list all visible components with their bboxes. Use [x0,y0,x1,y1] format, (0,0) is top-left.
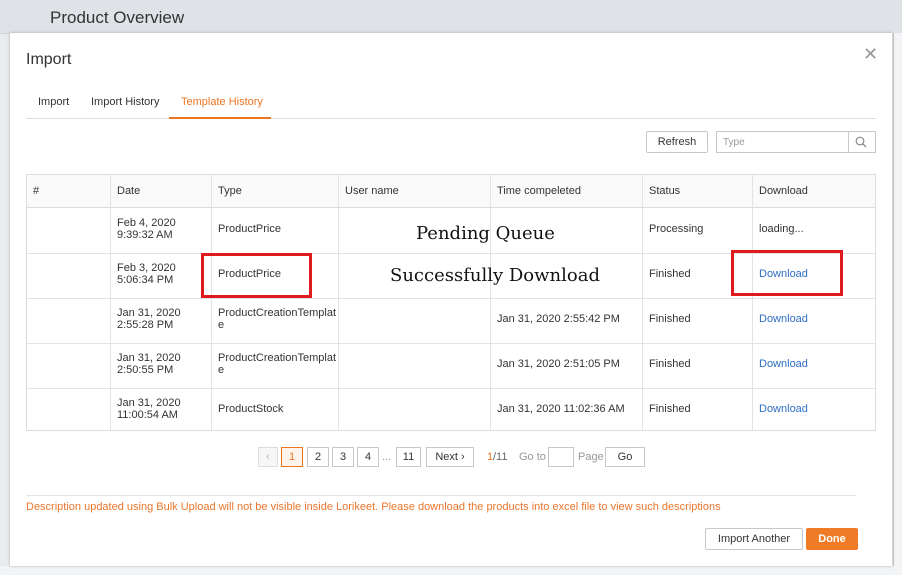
row-date: Jan 31, 2020 [117,352,181,364]
tab-template-history[interactable]: Template History [181,96,263,108]
bulk-upload-notice: Description updated using Bulk Upload wi… [26,501,721,513]
download-link[interactable]: Download [759,403,808,415]
page-header: Product Overview [0,0,902,34]
row-date: Jan 31, 2020 [117,397,181,409]
background-panel-right [893,33,902,575]
close-icon[interactable]: ✕ [863,45,878,63]
row-date: Feb 3, 2020 [117,262,176,274]
row-type: ProductCreationTemplat [218,307,337,319]
search-box [716,131,876,153]
page-label: Page [578,451,604,463]
search-divider [848,132,849,152]
header-time-completed: Time compeleted [497,185,581,197]
pagination-page-2[interactable]: 2 [307,447,329,467]
row-status: Finished [649,268,691,280]
goto-page-input[interactable] [548,447,574,467]
active-tab-indicator [169,117,271,119]
row-date: Feb 4, 2020 [117,217,176,229]
row-time-completed: Jan 31, 2020 11:02:36 AM [497,403,625,415]
footer-divider [26,495,856,496]
tab-import-history[interactable]: Import History [91,96,159,108]
row-time: 5:06:34 PM [117,274,174,286]
row-type: ProductCreationTemplat [218,352,337,364]
page-title: Product Overview [50,8,185,27]
table-row: Jan 31, 2020 2:50:55 PM ProductCreationT… [27,343,875,389]
pagination-ellipsis: ... [382,451,392,463]
row-date: Jan 31, 2020 [117,307,181,319]
pending-queue-annotation: Pending Queue [416,223,555,244]
row-time: 9:39:32 AM [117,229,173,241]
header-number: # [33,185,40,197]
row-time-completed: Jan 31, 2020 2:51:05 PM [497,358,620,370]
header-user-name: User name [345,185,399,197]
header-download: Download [759,185,808,197]
row-type-wrap: e [218,364,225,376]
column-divider [211,175,212,430]
refresh-button[interactable]: Refresh [646,131,708,153]
pagination-next-button[interactable]: Next › [426,447,474,467]
row-status: Finished [649,403,691,415]
go-button[interactable]: Go [605,447,645,467]
download-link[interactable]: Download [759,358,808,370]
row-time: 11:00:54 AM [117,409,178,421]
background-panel-bottom [0,566,902,575]
template-history-table: # Date Type User name Time compeleted St… [26,174,876,431]
header-type: Type [218,185,242,197]
search-icon[interactable] [855,136,867,148]
header-date: Date [117,185,141,197]
pagination-page-4[interactable]: 4 [357,447,379,467]
import-modal: Import ✕ Import Import History Template … [10,33,892,566]
table-header: # Date Type User name Time compeleted St… [27,175,875,208]
download-link[interactable]: Download [759,313,808,325]
pagination-page-3[interactable]: 3 [332,447,354,467]
pagination-page-11[interactable]: 11 [396,447,421,467]
search-input[interactable] [717,132,853,152]
row-type: ProductPrice [218,223,281,235]
successfully-download-annotation: Successfully Download [390,265,600,286]
column-divider [642,175,643,430]
header-status: Status [649,185,681,197]
column-divider [110,175,111,430]
highlight-box-type [201,253,312,298]
column-divider [752,175,753,430]
tab-bar: Import Import History Template History [26,89,876,119]
row-status: Finished [649,313,691,325]
row-type-wrap: e [218,319,225,331]
tab-import[interactable]: Import [38,96,69,108]
row-time: 2:50:55 PM [117,364,174,376]
modal-title: Import [26,51,72,68]
row-type: ProductStock [218,403,284,415]
pagination-total: /11 [493,451,508,463]
row-status: Processing [649,223,704,235]
pagination-prev-button[interactable]: ‹ [258,447,278,467]
import-another-button[interactable]: Import Another [705,528,803,550]
row-time: 2:55:28 PM [117,319,174,331]
column-divider [338,175,339,430]
goto-label: Go to [519,451,546,463]
highlight-box-download [731,250,843,296]
table-row: Jan 31, 2020 11:00:54 AM ProductStock Ja… [27,388,875,433]
column-divider [490,175,491,430]
row-status: Finished [649,358,691,370]
row-time-completed: Jan 31, 2020 2:55:42 PM [497,313,620,325]
pagination-page-1[interactable]: 1 [281,447,303,467]
table-row: Jan 31, 2020 2:55:28 PM ProductCreationT… [27,298,875,344]
done-button[interactable]: Done [806,528,858,550]
row-download-status: loading... [759,223,804,235]
